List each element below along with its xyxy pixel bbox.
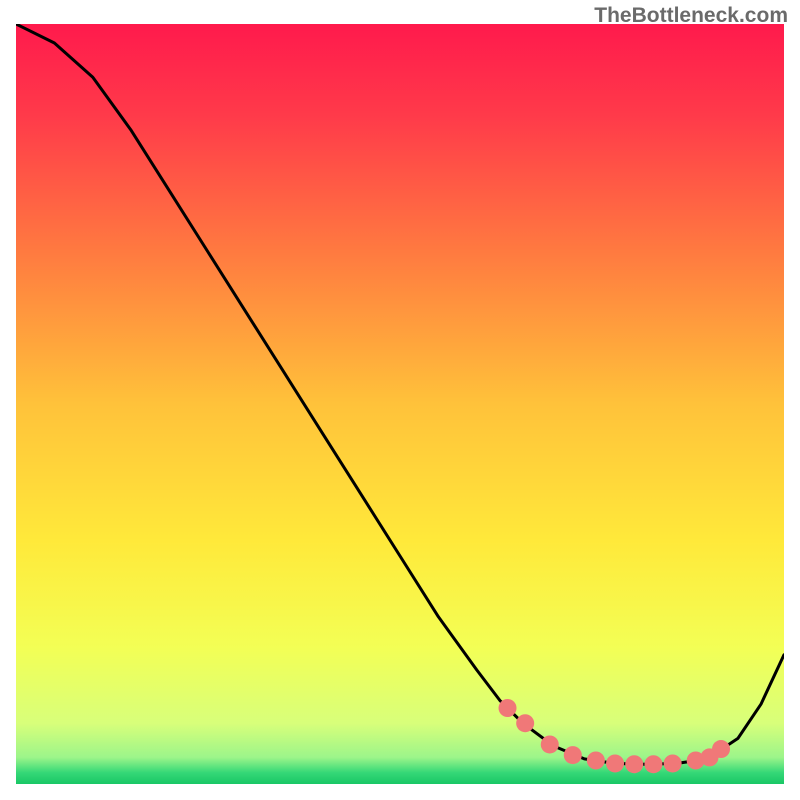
watermark-text: TheBottleneck.com <box>594 4 788 28</box>
chart-container: TheBottleneck.com <box>0 0 800 800</box>
data-marker <box>664 754 682 772</box>
plot-area <box>16 24 784 784</box>
data-marker <box>516 714 534 732</box>
data-marker <box>587 751 605 769</box>
data-marker <box>644 755 662 773</box>
bottleneck-curve <box>16 24 784 784</box>
data-marker <box>712 740 730 758</box>
data-marker <box>625 755 643 773</box>
data-marker <box>606 754 624 772</box>
data-marker <box>541 735 559 753</box>
data-marker <box>564 746 582 764</box>
curve-path <box>16 24 784 764</box>
data-marker <box>499 699 517 717</box>
